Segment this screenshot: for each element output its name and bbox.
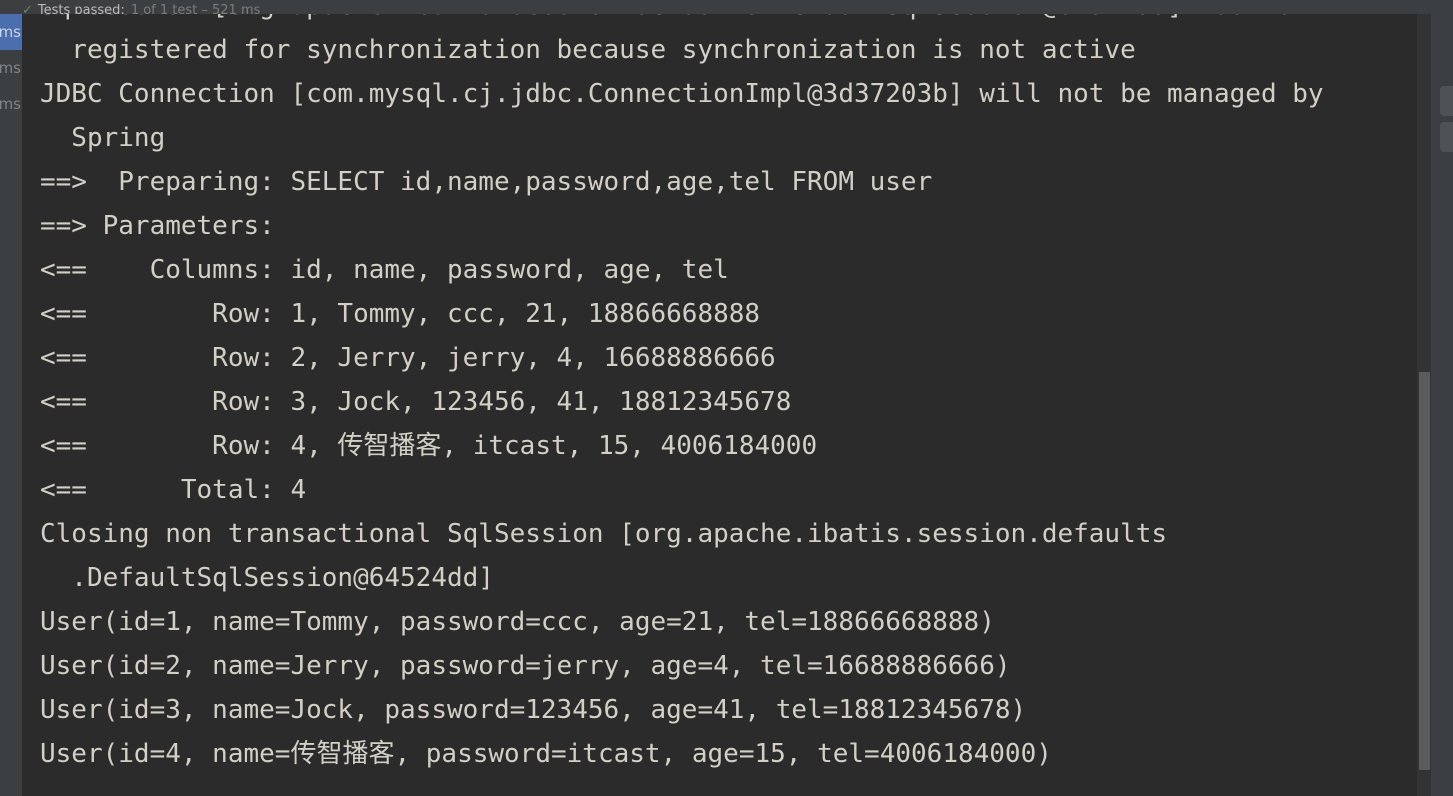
right-tool-window-stripe[interactable] [1431,0,1453,796]
console-line: User(id=2, name=Jerry, password=jerry, a… [40,651,1011,681]
console-line: SqlSession [org.apache.ibatis.session.de… [40,14,1431,28]
console-line: <== Total: 4 [40,475,307,505]
console-output-panel[interactable]: SqlSession [org.apache.ibatis.session.de… [22,14,1431,796]
console-line: ==> Preparing: SELECT id,name,password,a… [40,167,933,197]
console-line: User(id=4, name=传智播客, password=itcast, a… [40,739,1052,769]
console-line: User(id=3, name=Jock, password=123456, a… [40,695,1027,725]
tool-window-button-1[interactable] [1440,86,1453,116]
test-tree-row[interactable]: ms [0,86,22,122]
console-line: <== Row: 1, Tommy, ccc, 21, 18866668888 [40,299,761,329]
console-line: Closing non transactional SqlSession [or… [40,519,1168,549]
console-line: Spring [40,123,166,153]
console-line: <== Row: 4, 传智播客, itcast, 15, 4006184000 [40,431,818,461]
check-mark-icon: ✓ [22,3,33,14]
console-scrollbar-thumb[interactable] [1419,372,1430,770]
console-line: JDBC Connection [com.mysql.cj.jdbc.Conne… [40,79,1324,109]
test-results-tree[interactable]: ms ms ms [0,14,22,796]
test-duration-label: ms [0,95,21,113]
console-text-body: SqlSession [org.apache.ibatis.session.de… [22,14,1431,776]
console-line: <== Row: 2, Jerry, jerry, 4, 16688886666 [40,343,776,373]
test-duration-label: ms [0,59,21,77]
ide-run-console-window: ✓ Tests passed: 1 of 1 test – 521 ms ms … [0,0,1453,796]
tests-passed-label: Tests passed: [37,3,125,14]
test-status-bar: ✓ Tests passed: 1 of 1 test – 521 ms [0,0,1453,14]
console-line: <== Columns: id, name, password, age, te… [40,255,729,285]
test-tree-row[interactable]: ms [0,50,22,86]
console-line: registered for synchronization because s… [40,35,1136,65]
test-duration-label: ms [0,23,21,41]
test-tree-row[interactable]: ms [0,14,22,50]
tool-window-button-2[interactable] [1440,122,1453,152]
console-line: ==> Parameters: [40,211,291,241]
console-line: <== Row: 3, Jock, 123456, 41, 1881234567… [40,387,792,417]
test-run-meta-label: 1 of 1 test – 521 ms [130,3,261,14]
console-line: .DefaultSqlSession@64524dd] [40,563,494,593]
console-line: User(id=1, name=Tommy, password=ccc, age… [40,607,995,637]
